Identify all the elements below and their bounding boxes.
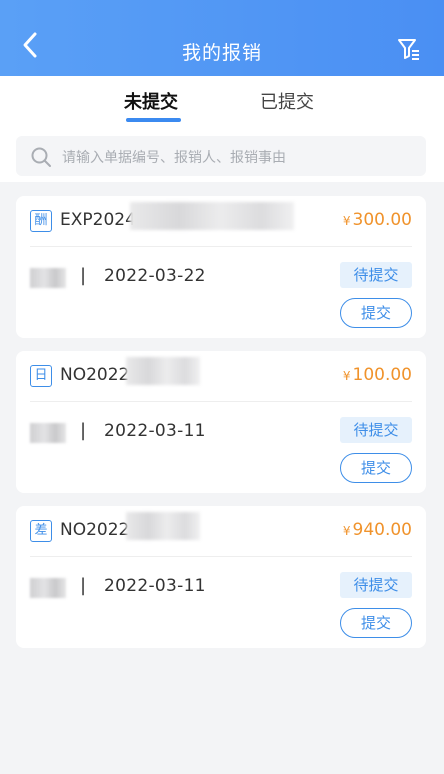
search-placeholder: 请输入单据编号、报销人、报销事由 bbox=[62, 150, 286, 166]
redacted-mask bbox=[126, 357, 200, 385]
date: 2022-03-11 bbox=[104, 576, 206, 596]
amount: ¥100.00 bbox=[343, 365, 412, 385]
submit-button[interactable]: 提交 bbox=[340, 453, 412, 483]
currency-symbol: ¥ bbox=[342, 369, 351, 383]
redacted-mask bbox=[126, 512, 200, 540]
expense-card[interactable]: 酬 EXP2024 ¥300.00 | 2022-03-22 待提交 提交 bbox=[16, 196, 426, 338]
tab-submitted[interactable]: 已提交 bbox=[260, 88, 314, 114]
amount: ¥940.00 bbox=[343, 520, 412, 540]
type-badge: 日 bbox=[30, 365, 52, 387]
amount-value: 100.00 bbox=[352, 365, 412, 385]
amount: ¥300.00 bbox=[343, 210, 412, 230]
document-number: EXP2024 bbox=[60, 210, 136, 230]
date: 2022-03-11 bbox=[104, 421, 206, 441]
divider bbox=[30, 556, 412, 557]
type-badge: 酬 bbox=[30, 210, 52, 232]
page-title: 我的报销 bbox=[181, 42, 262, 64]
status-badge: 待提交 bbox=[340, 417, 412, 443]
separator: | bbox=[80, 265, 87, 286]
submit-button[interactable]: 提交 bbox=[340, 298, 412, 328]
submit-button[interactable]: 提交 bbox=[340, 608, 412, 638]
tab-unsubmitted[interactable]: 未提交 bbox=[124, 88, 178, 114]
app-header: 我的报销 bbox=[0, 0, 444, 76]
amount-value: 940.00 bbox=[352, 520, 412, 540]
tabs-and-search: 未提交 已提交 请输入单据编号、报销人、报销事由 bbox=[0, 76, 444, 182]
date: 2022-03-22 bbox=[104, 266, 206, 286]
document-number: NO2022 bbox=[60, 520, 130, 540]
search-icon bbox=[31, 147, 51, 167]
currency-symbol: ¥ bbox=[342, 214, 351, 228]
redacted-applicant bbox=[30, 578, 66, 598]
separator: | bbox=[80, 420, 87, 441]
expense-card[interactable]: 差 NO2022 ¥940.00 | 2022-03-11 待提交 提交 bbox=[16, 506, 426, 648]
filter-icon bbox=[398, 39, 419, 60]
currency-symbol: ¥ bbox=[342, 524, 351, 538]
expense-card[interactable]: 日 NO2022 ¥100.00 | 2022-03-11 待提交 提交 bbox=[16, 351, 426, 493]
status-badge: 待提交 bbox=[340, 262, 412, 288]
separator: | bbox=[80, 575, 87, 596]
status-badge: 待提交 bbox=[340, 572, 412, 598]
filter-button[interactable] bbox=[396, 36, 422, 62]
redacted-mask bbox=[130, 202, 294, 230]
redacted-applicant bbox=[30, 268, 66, 288]
amount-value: 300.00 bbox=[352, 210, 412, 230]
type-badge: 差 bbox=[30, 520, 52, 542]
search-input[interactable]: 请输入单据编号、报销人、报销事由 bbox=[16, 136, 426, 176]
active-tab-indicator bbox=[126, 118, 181, 122]
divider bbox=[30, 401, 412, 402]
document-number: NO2022 bbox=[60, 365, 130, 385]
divider bbox=[30, 246, 412, 247]
redacted-applicant bbox=[30, 423, 66, 443]
